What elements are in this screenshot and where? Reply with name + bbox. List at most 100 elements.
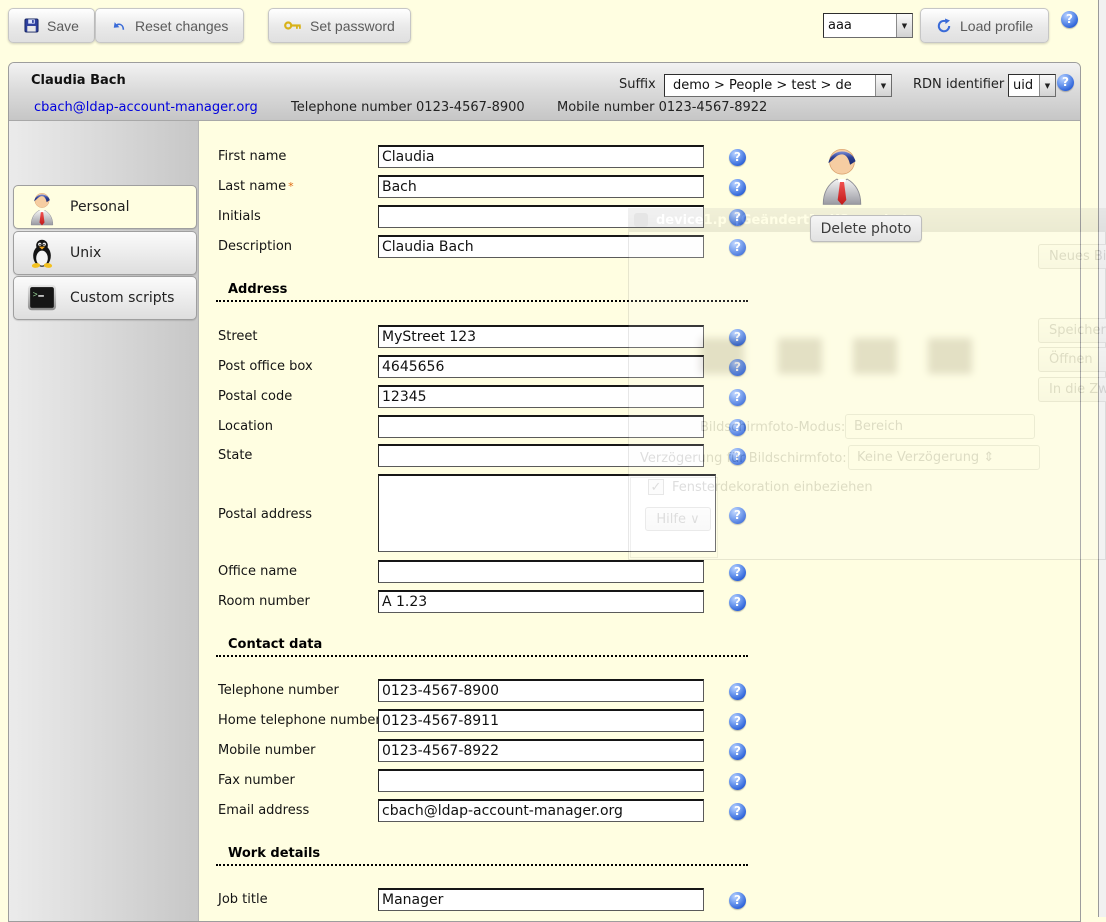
refresh-icon — [936, 18, 952, 34]
field-label: First name — [218, 145, 286, 168]
mobile-number-input[interactable] — [378, 739, 704, 762]
field-label: Email address — [218, 799, 309, 822]
help-icon[interactable]: ? — [729, 713, 746, 730]
help-icon[interactable]: ? — [729, 773, 746, 790]
tab-personal[interactable]: Personal — [13, 185, 197, 229]
field-label: Job title — [218, 888, 268, 911]
field-label: Postal address — [218, 503, 312, 526]
tab-unix-label: Unix — [70, 245, 101, 261]
scrollbar[interactable] — [1098, 0, 1106, 917]
dropdown-arrow-icon[interactable]: ▼ — [1039, 75, 1055, 96]
field-label: Room number — [218, 590, 310, 613]
account-header: Claudia Bach Suffix demo > People > test… — [9, 63, 1080, 121]
rdn-identifier-label: RDN identifier — [913, 77, 1004, 92]
field-label: Office name — [218, 560, 297, 583]
help-icon[interactable]: ? — [729, 507, 746, 524]
save-button-label: Save — [47, 18, 79, 34]
street-input[interactable] — [378, 325, 704, 348]
set-password-button[interactable]: Set password — [268, 8, 411, 43]
location-input[interactable] — [378, 415, 704, 438]
help-icon[interactable]: ? — [729, 743, 746, 760]
user-photo — [816, 142, 868, 208]
office-name-input[interactable] — [378, 560, 704, 583]
tab-personal-label: Personal — [70, 199, 130, 215]
help-icon[interactable]: ? — [729, 803, 746, 820]
section-heading-work: Work details — [216, 846, 748, 866]
field-label: Mobile number — [218, 739, 316, 762]
account-title: Claudia Bach — [31, 73, 126, 88]
set-password-label: Set password — [310, 18, 395, 34]
section-heading-contact: Contact data — [216, 637, 748, 657]
key-icon — [284, 20, 302, 31]
help-icon[interactable]: ? — [729, 564, 746, 581]
help-icon[interactable]: ? — [729, 209, 746, 226]
rdn-select[interactable]: uid ▼ — [1008, 74, 1056, 97]
profile-select-value: aaa — [824, 14, 896, 37]
help-icon[interactable]: ? — [729, 594, 746, 611]
field-label: Initials — [218, 205, 261, 228]
help-icon[interactable]: ? — [729, 239, 746, 256]
telephone-number-input[interactable] — [378, 679, 704, 702]
header-mobile: Mobile number 0123-4567-8922 — [557, 100, 767, 115]
help-icon[interactable]: ? — [729, 329, 746, 346]
help-icon[interactable]: ? — [1057, 74, 1074, 91]
field-label: Location — [218, 415, 273, 438]
help-icon[interactable]: ? — [729, 149, 746, 166]
help-icon[interactable]: ? — [729, 179, 746, 196]
help-icon[interactable]: ? — [729, 892, 746, 909]
state-input[interactable] — [378, 444, 704, 467]
field-label: Street — [218, 325, 258, 348]
email-link[interactable]: cbach@ldap-account-manager.org — [34, 100, 258, 115]
save-button[interactable]: Save — [8, 8, 95, 43]
tab-custom-scripts[interactable]: Custom scripts — [13, 276, 197, 320]
email-address-input[interactable] — [378, 799, 704, 822]
section-heading-address: Address — [216, 282, 748, 302]
profile-select[interactable]: aaa ▼ — [823, 13, 913, 38]
help-icon[interactable]: ? — [729, 419, 746, 436]
help-icon[interactable]: ? — [729, 683, 746, 700]
help-icon[interactable]: ? — [729, 389, 746, 406]
field-label: Postal code — [218, 385, 292, 408]
reset-changes-label: Reset changes — [135, 18, 228, 34]
field-label: Last name* — [218, 175, 294, 198]
load-profile-button[interactable]: Load profile — [920, 8, 1049, 43]
user-icon — [27, 189, 57, 226]
undo-arrow-icon — [111, 18, 127, 33]
initials-input[interactable] — [378, 205, 704, 228]
tab-unix[interactable]: Unix — [13, 231, 197, 275]
terminal-icon — [27, 283, 57, 313]
postal-address-textarea[interactable] — [378, 474, 716, 552]
field-label: State — [218, 444, 252, 467]
field-label: Post office box — [218, 355, 313, 378]
dropdown-arrow-icon[interactable]: ▼ — [875, 75, 891, 96]
field-label: Fax number — [218, 769, 295, 792]
home-telephone-input[interactable] — [378, 709, 704, 732]
tab-custom-scripts-label: Custom scripts — [70, 290, 174, 306]
page: { "toolbar": { "save_label": "Save", "re… — [0, 0, 1106, 917]
job-title-input[interactable] — [378, 888, 704, 911]
header-telephone: Telephone number 0123-4567-8900 — [291, 100, 525, 115]
module-sidebar: Personal Unix Custom scripts — [9, 121, 199, 921]
rdn-select-value: uid — [1009, 75, 1039, 96]
dropdown-arrow-icon[interactable]: ▼ — [896, 14, 912, 37]
suffix-select[interactable]: demo > People > test > de ▼ — [664, 74, 892, 97]
description-input[interactable] — [378, 235, 704, 258]
help-icon[interactable]: ? — [1061, 11, 1078, 28]
field-label: Telephone number — [218, 679, 339, 702]
help-icon[interactable]: ? — [729, 359, 746, 376]
floppy-icon — [24, 18, 39, 33]
fax-number-input[interactable] — [378, 769, 704, 792]
last-name-input[interactable] — [378, 175, 704, 198]
post-office-box-input[interactable] — [378, 355, 704, 378]
user-photo-icon — [816, 142, 868, 206]
delete-photo-button[interactable]: Delete photo — [810, 215, 922, 242]
room-number-input[interactable] — [378, 590, 704, 613]
postal-code-input[interactable] — [378, 385, 704, 408]
tux-icon — [27, 238, 57, 268]
reset-changes-button[interactable]: Reset changes — [95, 8, 244, 43]
required-marker: * — [288, 180, 294, 193]
suffix-select-value: demo > People > test > de — [665, 75, 875, 96]
field-label: Home telephone number — [218, 709, 381, 732]
help-icon[interactable]: ? — [729, 448, 746, 465]
first-name-input[interactable] — [378, 145, 704, 168]
